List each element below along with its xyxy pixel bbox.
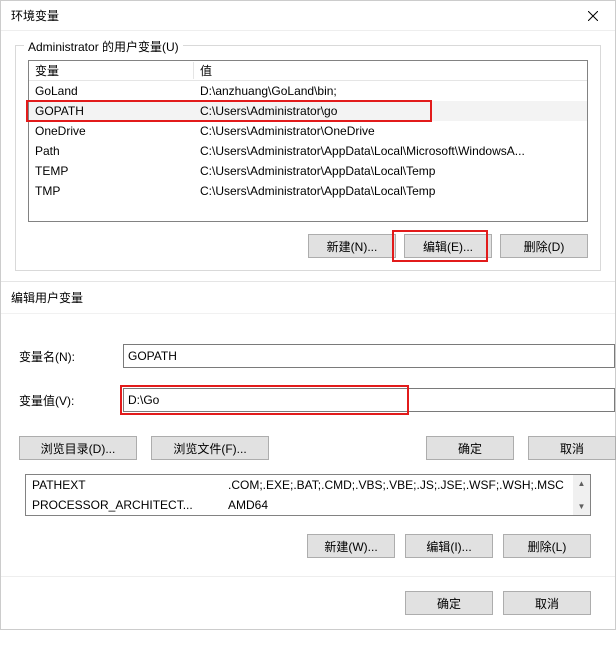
cell-value: C:\Users\Administrator\AppData\Local\Mic… bbox=[194, 144, 587, 158]
edit-var-dialog: 编辑用户变量 变量名(N): 变量值(V): 浏览目录(D)... 浏览文件(F… bbox=[1, 281, 615, 466]
cancel-button[interactable]: 取消 bbox=[528, 436, 616, 460]
cell-value: C:\Users\Administrator\AppData\Local\Tem… bbox=[194, 184, 587, 198]
user-vars-group: Administrator 的用户变量(U) 变量 值 GoLand D:\an… bbox=[15, 45, 601, 271]
edit-form: 变量名(N): 变量值(V): bbox=[1, 314, 615, 436]
value-label: 变量值(V): bbox=[19, 392, 123, 409]
scroll-up-icon[interactable]: ▲ bbox=[573, 475, 590, 492]
edit-button[interactable]: 编辑(E)... bbox=[404, 234, 492, 258]
scroll-down-icon[interactable]: ▼ bbox=[573, 498, 590, 515]
user-vars-button-row: 新建(N)... 编辑(E)... 删除(D) bbox=[28, 222, 588, 258]
cell-name: TEMP bbox=[29, 164, 194, 178]
col-header-value[interactable]: 值 bbox=[194, 62, 587, 79]
ok-button[interactable]: 确定 bbox=[426, 436, 514, 460]
value-row: 变量值(V): bbox=[19, 388, 615, 412]
cancel-button[interactable]: 取消 bbox=[503, 591, 591, 615]
table-row[interactable]: PATHEXT .COM;.EXE;.BAT;.CMD;.VBS;.VBE;.J… bbox=[26, 475, 590, 495]
table-row[interactable]: GOPATH C:\Users\Administrator\go bbox=[29, 101, 587, 121]
env-var-dialog: 环境变量 Administrator 的用户变量(U) 变量 值 GoLand … bbox=[0, 0, 616, 630]
close-button[interactable] bbox=[571, 2, 615, 30]
edit-dialog-titlebar: 编辑用户变量 bbox=[1, 282, 615, 314]
table-row[interactable]: OneDrive C:\Users\Administrator\OneDrive bbox=[29, 121, 587, 141]
cell-value: C:\Users\Administrator\go bbox=[194, 104, 587, 118]
table-row[interactable]: PROCESSOR_ARCHITECT... AMD64 bbox=[26, 495, 590, 515]
new-button[interactable]: 新建(N)... bbox=[308, 234, 396, 258]
name-row: 变量名(N): bbox=[19, 344, 615, 368]
browse-file-button[interactable]: 浏览文件(F)... bbox=[151, 436, 269, 460]
cell-value: .COM;.EXE;.BAT;.CMD;.VBS;.VBE;.JS;.JSE;.… bbox=[222, 478, 590, 492]
scrollbar[interactable]: ▲ ▼ bbox=[573, 475, 590, 515]
cell-name: GoLand bbox=[29, 84, 194, 98]
dialog-footer: 确定 取消 bbox=[1, 576, 615, 629]
browse-dir-button[interactable]: 浏览目录(D)... bbox=[19, 436, 137, 460]
cell-name: PATHEXT bbox=[26, 478, 222, 492]
table-row[interactable]: TMP C:\Users\Administrator\AppData\Local… bbox=[29, 181, 587, 201]
cell-name: GOPATH bbox=[29, 104, 194, 118]
delete-button[interactable]: 删除(D) bbox=[500, 234, 588, 258]
table-row[interactable]: GoLand D:\anzhuang\GoLand\bin; bbox=[29, 81, 587, 101]
value-input[interactable] bbox=[123, 388, 615, 412]
close-icon bbox=[588, 11, 598, 21]
titlebar: 环境变量 bbox=[1, 1, 615, 31]
table-body: GoLand D:\anzhuang\GoLand\bin; GOPATH C:… bbox=[29, 81, 587, 221]
table-row[interactable]: Path C:\Users\Administrator\AppData\Loca… bbox=[29, 141, 587, 161]
system-vars-button-row: 新建(W)... 编辑(I)... 删除(L) bbox=[1, 516, 615, 566]
cell-name: TMP bbox=[29, 184, 194, 198]
empty-row bbox=[29, 201, 587, 221]
system-vars-table[interactable]: PATHEXT .COM;.EXE;.BAT;.CMD;.VBS;.VBE;.J… bbox=[25, 474, 591, 516]
cell-name: PROCESSOR_ARCHITECT... bbox=[26, 498, 222, 512]
name-label: 变量名(N): bbox=[19, 348, 123, 365]
dialog-title: 环境变量 bbox=[11, 7, 59, 24]
browse-row: 浏览目录(D)... 浏览文件(F)... 确定 取消 bbox=[1, 436, 615, 460]
cell-value: C:\Users\Administrator\AppData\Local\Tem… bbox=[194, 164, 587, 178]
table-row[interactable]: TEMP C:\Users\Administrator\AppData\Loca… bbox=[29, 161, 587, 181]
edit-button[interactable]: 编辑(I)... bbox=[405, 534, 493, 558]
cell-value: C:\Users\Administrator\OneDrive bbox=[194, 124, 587, 138]
user-vars-table[interactable]: 变量 值 GoLand D:\anzhuang\GoLand\bin; GOPA… bbox=[28, 60, 588, 222]
delete-button[interactable]: 删除(L) bbox=[503, 534, 591, 558]
name-input[interactable] bbox=[123, 344, 615, 368]
ok-button[interactable]: 确定 bbox=[405, 591, 493, 615]
new-button[interactable]: 新建(W)... bbox=[307, 534, 395, 558]
cell-name: Path bbox=[29, 144, 194, 158]
cell-name: OneDrive bbox=[29, 124, 194, 138]
col-header-name[interactable]: 变量 bbox=[29, 62, 194, 79]
cell-value: AMD64 bbox=[222, 498, 590, 512]
cell-value: D:\anzhuang\GoLand\bin; bbox=[194, 84, 587, 98]
group-title: Administrator 的用户变量(U) bbox=[24, 38, 183, 55]
edit-dialog-title: 编辑用户变量 bbox=[11, 289, 83, 306]
table-header: 变量 值 bbox=[29, 61, 587, 81]
